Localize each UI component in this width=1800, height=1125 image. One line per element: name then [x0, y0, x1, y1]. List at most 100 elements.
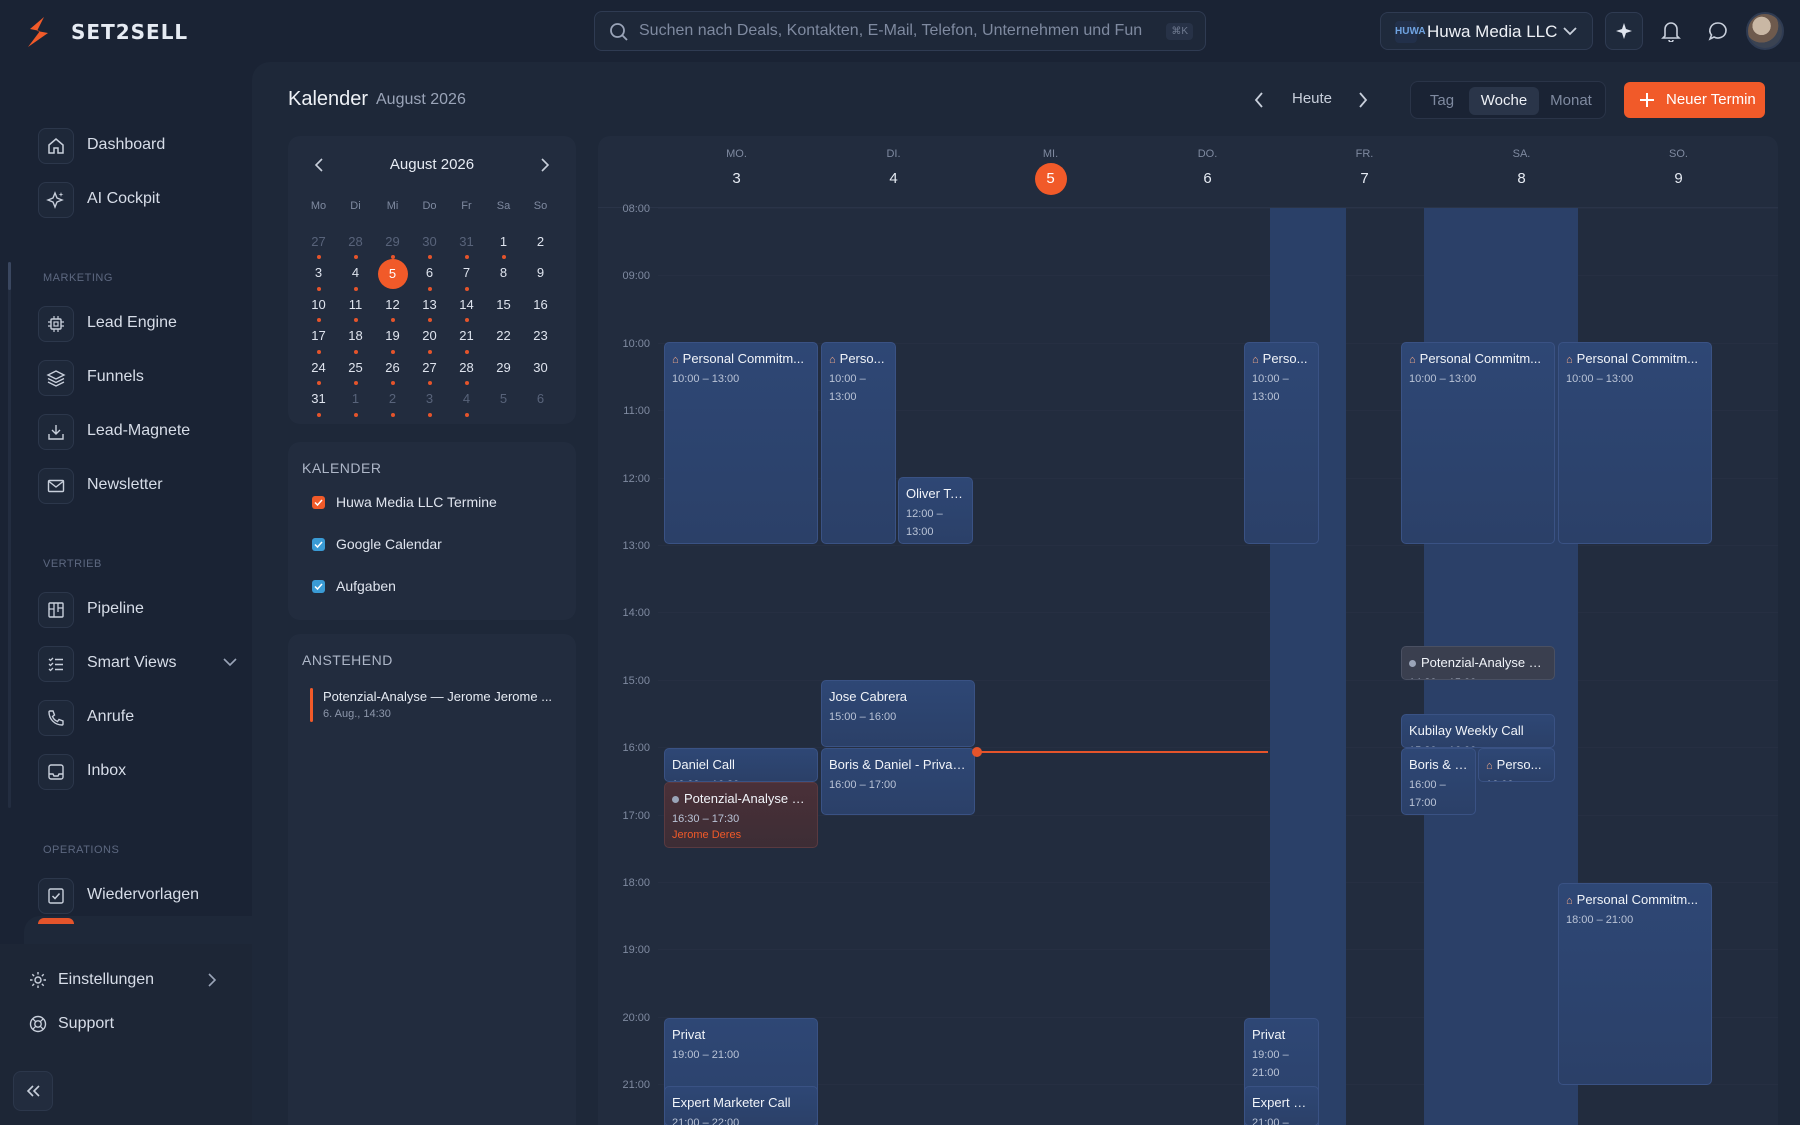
calendar-event[interactable]: ⌂ Perso... 10:00 – 13:00	[1244, 342, 1319, 544]
mini-calendar-day[interactable]: 18	[337, 322, 374, 354]
calendar-event[interactable]: ⌂Perso... 16:00	[1478, 748, 1555, 782]
set2sell-logo-icon[interactable]	[24, 15, 52, 49]
sidebar-scrollbar-thumb[interactable]	[8, 262, 11, 290]
notifications-button[interactable]	[1652, 12, 1690, 50]
mini-calendar-day[interactable]: 29	[485, 354, 522, 386]
mini-calendar-day[interactable]: 2	[522, 228, 559, 260]
upcoming-item[interactable]: Potenzial-Analyse — Jerome Jerome ... 6.…	[310, 688, 560, 724]
mini-calendar-day[interactable]: 29	[374, 228, 411, 259]
mini-calendar-day[interactable]: 24	[300, 354, 337, 385]
new-appointment-button[interactable]: Neuer Termin	[1624, 82, 1765, 118]
mini-calendar-day[interactable]: 19	[374, 322, 411, 354]
day-column-header[interactable]: MI. 5	[972, 136, 1129, 208]
sidebar-scrollbar[interactable]	[8, 262, 11, 808]
sidebar-item-funnels[interactable]: Funnels	[38, 358, 238, 398]
sidebar-item-dashboard[interactable]: Dashboard	[38, 126, 238, 166]
mini-calendar-day[interactable]: 16	[522, 291, 559, 323]
mini-calendar-day[interactable]: 12	[374, 291, 411, 322]
checkbox-checked-icon[interactable]	[312, 496, 325, 509]
day-column-header[interactable]: MO. 3	[658, 136, 815, 208]
today-button[interactable]: Heute	[1292, 90, 1332, 107]
mini-calendar-day[interactable]: 5	[485, 385, 522, 417]
calendar-event[interactable]: Kubilay Weekly Call15:30 – 16:00	[1401, 714, 1555, 748]
mini-calendar-day[interactable]: 9	[522, 259, 559, 291]
org-switcher[interactable]: HUWA Huwa Media LLC	[1380, 12, 1593, 50]
sidebar-item-newsletter[interactable]: Newsletter	[38, 466, 238, 506]
mini-calendar-day[interactable]: 15	[485, 291, 522, 323]
sidebar-item-kalender-active[interactable]	[24, 916, 252, 946]
mini-calendar-day[interactable]: 4	[337, 259, 374, 291]
calendar-event[interactable]: Potenzial-Analyse —... 14:30 – 15:00	[1401, 646, 1555, 680]
mini-calendar-day[interactable]: 31	[300, 385, 337, 417]
mini-calendar-day[interactable]: 6	[411, 259, 448, 291]
mini-calendar-day[interactable]: 7	[448, 259, 485, 291]
day-column-header[interactable]: DI. 4	[815, 136, 972, 208]
mini-calendar-day[interactable]: 25	[337, 354, 374, 385]
calendar-event[interactable]: ⌂ Personal Commitm... 10:00 – 13:00	[664, 342, 818, 544]
chevron-right-icon[interactable]	[538, 156, 552, 174]
day-column-header[interactable]: DO. 6	[1129, 136, 1286, 208]
sidebar-item-anrufe[interactable]: Anrufe	[38, 698, 238, 738]
calendar-event[interactable]: Expert M... 21:00 –	[1244, 1086, 1319, 1125]
messages-button[interactable]	[1699, 12, 1737, 50]
calendar-event[interactable]: Expert Marketer Call 21:00 – 22:00	[664, 1086, 818, 1125]
mini-calendar-day[interactable]: 13	[411, 291, 448, 322]
sidebar-item-smart-views[interactable]: Smart Views	[38, 644, 238, 684]
search-box[interactable]: ⌘K	[594, 11, 1206, 51]
mini-calendar-day[interactable]: 31	[448, 228, 485, 259]
mini-calendar-day[interactable]: 21	[448, 322, 485, 354]
tab-monat[interactable]: Monat	[1541, 87, 1601, 115]
calendar-event[interactable]: Boris & Daniel - Private... 16:00 – 17:00	[821, 748, 975, 815]
mini-calendar-day[interactable]: 2	[374, 385, 411, 417]
sidebar-item-inbox[interactable]: Inbox	[38, 752, 238, 792]
checkbox-checked-icon[interactable]	[312, 538, 325, 551]
calendar-event[interactable]: ⌂ Perso... 10:00 – 13:00	[821, 342, 896, 544]
mini-calendar-day[interactable]: 3	[300, 259, 337, 291]
mini-calendar-day[interactable]: 28	[448, 354, 485, 385]
calendar-event[interactable]: Daniel Call16:00 – 16:30	[664, 748, 818, 782]
user-avatar[interactable]	[1746, 12, 1784, 50]
collapse-sidebar-button[interactable]	[13, 1071, 53, 1111]
mini-calendar-day[interactable]: 30	[522, 354, 559, 386]
mini-calendar-day[interactable]: 23	[522, 322, 559, 354]
calendar-event[interactable]: ⌂ Personal Commitm... 10:00 – 13:00	[1401, 342, 1555, 544]
sidebar-item-pipeline[interactable]: Pipeline	[38, 590, 238, 630]
calendar-event[interactable]: Oliver Te... 12:00 – 13:00	[898, 477, 973, 544]
day-column-header[interactable]: FR. 7	[1286, 136, 1443, 208]
mini-calendar-day[interactable]: 11	[337, 291, 374, 322]
sidebar-item-einstellungen[interactable]: Einstellungen	[28, 968, 228, 992]
mini-calendar-day[interactable]: 27	[411, 354, 448, 385]
mini-calendar-day[interactable]: 26	[374, 354, 411, 385]
checkbox-checked-icon[interactable]	[312, 580, 325, 593]
calendar-event[interactable]: ⌂ Personal Commitm... 18:00 – 21:00	[1558, 883, 1712, 1085]
day-column-header[interactable]: SA. 8	[1443, 136, 1600, 208]
mini-calendar-day[interactable]: 8	[485, 259, 522, 291]
mini-calendar-day[interactable]: 10	[300, 291, 337, 322]
calendar-event[interactable]: Jose Cabrera 15:00 – 16:00	[821, 680, 975, 747]
mini-calendar-day[interactable]: 3	[411, 385, 448, 417]
sidebar-item-lead-engine[interactable]: Lead Engine	[38, 304, 238, 344]
mini-calendar-day-today[interactable]: 5	[374, 259, 411, 291]
sidebar-item-wiedervorlagen[interactable]: Wiedervorlagen	[38, 876, 238, 916]
mini-calendar-day[interactable]: 27	[300, 228, 337, 259]
previous-week-chevron-left-icon[interactable]	[1252, 88, 1266, 112]
mini-calendar-day[interactable]: 1	[337, 385, 374, 417]
sidebar-item-ai-cockpit[interactable]: AI Cockpit	[38, 180, 238, 220]
mini-calendar-day[interactable]: 14	[448, 291, 485, 322]
tab-woche[interactable]: Woche	[1469, 87, 1539, 115]
calendar-event[interactable]: Potenzial-Analyse —... 16:30 – 17:30 Jerom…	[664, 782, 818, 848]
next-week-chevron-right-icon[interactable]	[1356, 88, 1370, 112]
mini-calendar-day[interactable]: 20	[411, 322, 448, 354]
sidebar-item-lead-magnete[interactable]: Lead-Magnete	[38, 412, 238, 452]
ai-sparkle-button[interactable]	[1605, 12, 1643, 50]
mini-calendar-day[interactable]: 1	[485, 228, 522, 259]
mini-calendar-day[interactable]: 30	[411, 228, 448, 259]
search-input[interactable]	[639, 20, 1149, 42]
calendar-event[interactable]: Boris & D... 16:00 – 17:00	[1401, 748, 1476, 815]
day-column-header[interactable]: SO. 9	[1600, 136, 1757, 208]
chevron-down-icon[interactable]	[222, 656, 238, 668]
calendar-event[interactable]: ⌂ Personal Commitm... 10:00 – 13:00	[1558, 342, 1712, 544]
tab-tag[interactable]: Tag	[1417, 87, 1467, 115]
sidebar-item-support[interactable]: Support	[28, 1012, 178, 1036]
mini-calendar-day[interactable]: 17	[300, 322, 337, 354]
